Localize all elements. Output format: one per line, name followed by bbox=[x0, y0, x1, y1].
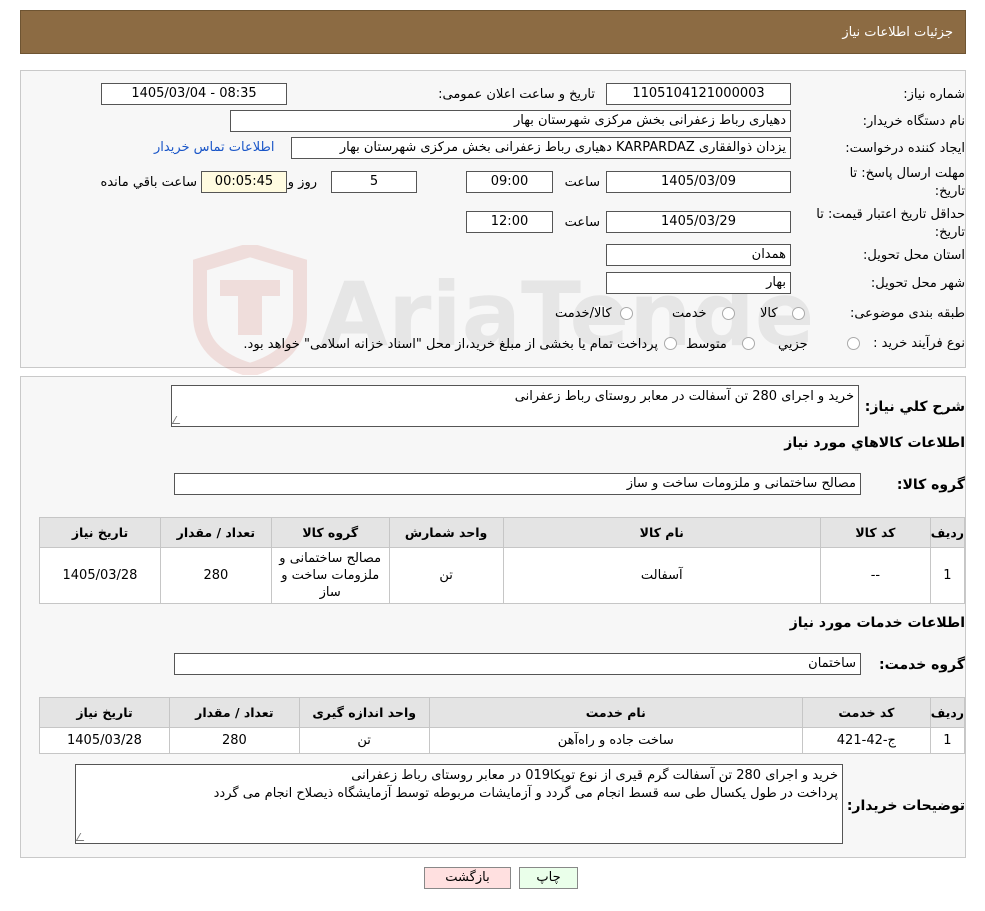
process-option-partial: جزیي bbox=[778, 337, 808, 352]
province-field: همدان bbox=[606, 244, 791, 266]
category-option-service: خدمت bbox=[672, 306, 707, 321]
table-row: 1 -- آسفالت تن مصالح ساختمانی و ملزومات … bbox=[39, 547, 966, 604]
goods-col-qty: تعداد / مقدار bbox=[159, 517, 272, 548]
goods-cell-group: مصالح ساختمانی و ملزومات ساخت و ساز bbox=[270, 547, 390, 604]
services-table: رديف کد خدمت نام خدمت واحد اندازه گیری ت… bbox=[39, 697, 966, 754]
creator-label: ایجاد کننده درخواست: bbox=[845, 141, 965, 156]
remaining-time-field: 00:05:45 bbox=[201, 171, 287, 193]
buyer-contact-link[interactable]: اطلاعات تماس خریدار bbox=[154, 140, 274, 155]
services-col-name: نام خدمت bbox=[428, 697, 803, 728]
deadline-date-field: 1405/03/09 bbox=[606, 171, 791, 193]
creator-field: یزدان ذوالفقاری KARPARDAZ دهیاری رباط زع… bbox=[291, 137, 791, 159]
buyer-notes-line-2: پرداخت در طول یکسال طی سه قسط انجام می گ… bbox=[213, 786, 838, 801]
services-cell-code: ج-42-421 bbox=[801, 727, 931, 754]
validity-label-date: تاریخ: bbox=[934, 225, 965, 240]
page-title: جزئیات اطلاعات نیاز bbox=[842, 25, 953, 40]
goods-col-date: تاريخ نياز bbox=[39, 517, 161, 548]
remaining-label: ساعت باقي مانده bbox=[100, 175, 197, 190]
process-note: پرداخت تمام یا بخشی از مبلغ خرید،از محل … bbox=[243, 337, 658, 352]
validity-time-field: 12:00 bbox=[466, 211, 553, 233]
radio-icon-partial[interactable] bbox=[847, 337, 860, 350]
radio-icon-goods-service[interactable] bbox=[620, 307, 633, 320]
category-option-goods: کالا bbox=[760, 306, 778, 321]
services-cell-idx: 1 bbox=[929, 727, 966, 754]
page-header: جزئیات اطلاعات نیاز bbox=[20, 10, 966, 54]
resize-grip-icon[interactable] bbox=[171, 416, 185, 424]
radio-icon-service[interactable] bbox=[722, 307, 735, 320]
goods-col-name: نام کالا bbox=[502, 517, 821, 548]
services-col-code: کد خدمت bbox=[801, 697, 931, 728]
services-cell-name: ساخت جاده و راه‌آهن bbox=[428, 727, 803, 754]
province-label: استان محل تحویل: bbox=[863, 248, 965, 263]
goods-cell-date: 1405/03/28 bbox=[39, 547, 161, 604]
buyer-org-field: دهیاری رباط زعفرانی بخش مرکزی شهرستان به… bbox=[230, 110, 791, 132]
services-col-date: تاريخ نياز bbox=[39, 697, 170, 728]
goods-cell-unit: تن bbox=[388, 547, 504, 604]
goods-group-field: مصالح ساختمانی و ملزومات ساخت و ساز bbox=[174, 473, 861, 495]
goods-cell-qty: 280 bbox=[159, 547, 272, 604]
category-label: طبقه بندی موضوعی: bbox=[849, 306, 965, 321]
goods-cell-code: -- bbox=[819, 547, 931, 604]
services-group-label: گروه خدمت: bbox=[879, 657, 965, 673]
announce-value: 1405/03/04 - 08:35 bbox=[131, 86, 257, 101]
radio-icon-goods[interactable] bbox=[792, 307, 805, 320]
city-label: شهر محل تحویل: bbox=[870, 276, 965, 291]
goods-table: رديف کد کالا نام کالا واحد شمارش گروه کا… bbox=[39, 517, 966, 604]
services-cell-unit: تن bbox=[298, 727, 430, 754]
announce-label: تاریخ و ساعت اعلان عمومی: bbox=[438, 87, 595, 102]
radio-icon-medium[interactable] bbox=[742, 337, 755, 350]
days-field: 5 bbox=[331, 171, 417, 193]
services-section-title: اطلاعات خدمات مورد نیاز bbox=[789, 615, 965, 631]
print-button[interactable]: چاپ bbox=[519, 867, 578, 889]
category-option-goods-service: کالا/خدمت bbox=[555, 306, 612, 321]
validity-label: حداقل تاریخ اعتبار قیمت: تا bbox=[816, 207, 965, 222]
services-col-unit: واحد اندازه گیری bbox=[298, 697, 430, 728]
radio-icon-treasury[interactable] bbox=[664, 337, 677, 350]
goods-col-code: کد کالا bbox=[819, 517, 931, 548]
goods-section-title: اطلاعات کالاهاي مورد نياز bbox=[784, 435, 965, 451]
services-cell-date: 1405/03/28 bbox=[39, 727, 170, 754]
summary-label: شرح کلي نیاز: bbox=[864, 399, 965, 415]
days-label: روز و bbox=[287, 175, 317, 190]
goods-header-row: رديف کد کالا نام کالا واحد شمارش گروه کا… bbox=[39, 517, 966, 548]
deadline-time-label: ساعت bbox=[564, 175, 600, 190]
goods-col-idx: رديف bbox=[929, 517, 966, 548]
goods-cell-idx: 1 bbox=[929, 547, 966, 604]
services-col-idx: رديف bbox=[929, 697, 966, 728]
city-field: بهار bbox=[606, 272, 791, 294]
summary-textarea[interactable]: خرید و اجرای 280 تن آسفالت در معابر روست… bbox=[171, 385, 859, 427]
buyer-notes-textarea[interactable]: خرید و اجرای 280 تن آسفالت گرم قیری از ن… bbox=[75, 764, 843, 844]
need-number-field: 1105104121000003 bbox=[606, 83, 791, 105]
services-col-qty: تعداد / مقدار bbox=[168, 697, 300, 728]
buyer-org-label: نام دستگاه خریدار: bbox=[862, 114, 965, 129]
goods-cell-name: آسفالت bbox=[502, 547, 821, 604]
goods-col-group: گروه کالا bbox=[270, 517, 390, 548]
services-cell-qty: 280 bbox=[168, 727, 300, 754]
goods-col-unit: واحد شمارش bbox=[388, 517, 504, 548]
process-label: نوع فرآیند خرید : bbox=[873, 336, 965, 351]
buyer-notes-line-1: خرید و اجرای 280 تن آسفالت گرم قیری از ن… bbox=[351, 768, 838, 783]
services-header-row: رديف کد خدمت نام خدمت واحد اندازه گیری ت… bbox=[39, 697, 966, 728]
process-option-medium: متوسط bbox=[686, 337, 727, 352]
back-button[interactable]: بازگشت bbox=[424, 867, 511, 889]
summary-text: خرید و اجرای 280 تن آسفالت در معابر روست… bbox=[514, 389, 854, 404]
services-group-field: ساختمان bbox=[174, 653, 861, 675]
deadline-time-field: 09:00 bbox=[466, 171, 553, 193]
goods-group-label: گروه کالا: bbox=[896, 477, 965, 493]
validity-time-label: ساعت bbox=[564, 215, 600, 230]
deadline-label-date: تاریخ: bbox=[934, 184, 965, 199]
announce-field: 1405/03/04 - 08:35 bbox=[101, 83, 287, 105]
resize-grip-icon[interactable] bbox=[75, 833, 89, 841]
deadline-label: مهلت ارسال پاسخ: تا bbox=[849, 166, 965, 181]
need-number-label: شماره نیاز: bbox=[903, 87, 965, 102]
table-row: 1 ج-42-421 ساخت جاده و راه‌آهن تن 280 14… bbox=[39, 727, 966, 754]
validity-date-field: 1405/03/29 bbox=[606, 211, 791, 233]
buyer-notes-label: توضیحات خریدار: bbox=[846, 798, 965, 814]
